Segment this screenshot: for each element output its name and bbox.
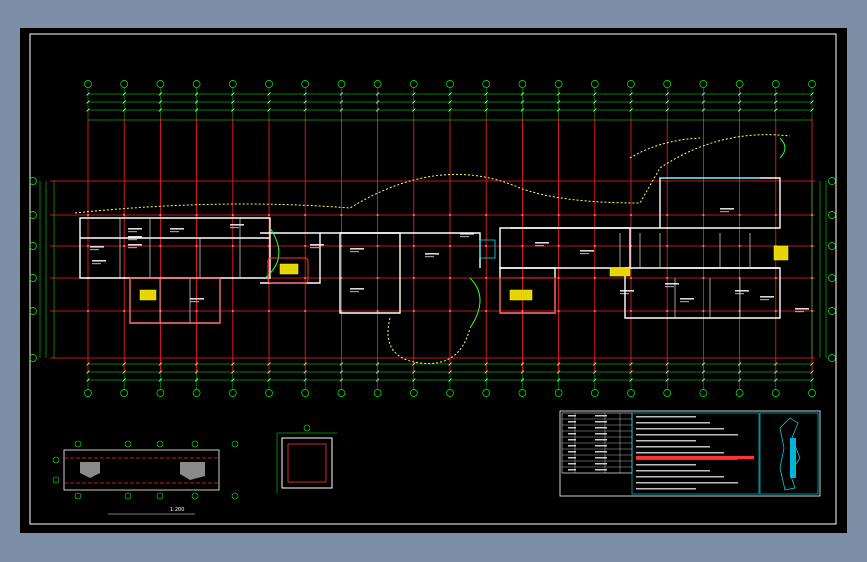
grid-bubble [554,80,563,88]
grid-bubble [663,389,672,397]
grid-bubble [663,80,672,88]
grid-bubble [84,80,92,88]
grid-bubble [828,307,836,315]
grid-bubble [373,80,382,88]
grid-bubble [735,80,744,88]
site-plan-scale: 1:200 [170,507,184,513]
grid-bubble [482,80,491,88]
title-block [559,410,821,497]
cad-drawing[interactable]: 1:200 [20,28,847,533]
detail-plan [276,424,337,493]
grid-bubble [828,242,836,250]
axis-grid [50,118,815,373]
partitions [119,218,751,323]
grid-bubble [337,389,346,397]
grid-bubble [828,354,836,362]
grid-bubble [192,80,201,88]
grid-bubble [518,389,527,397]
grid-bubble [373,389,382,397]
grid-bubble [409,389,418,397]
grid-bubble [735,389,744,397]
grid-bubble [29,177,37,185]
grid-bubble [446,80,454,88]
grid-bubble [627,80,635,88]
grid-bubble [228,80,237,88]
grid-bubble [301,389,310,397]
grid-bubble [120,389,129,397]
grid-bubble [590,389,599,397]
grid-bubble [29,274,37,282]
grid-bubble [29,242,37,250]
grid-bubble [627,389,635,397]
grid-bubble [446,389,454,397]
grid-bubble [29,211,37,219]
grid-bubble [156,80,165,88]
grid-bubble [84,389,92,397]
grid-bubble [301,80,310,88]
grid-bubble [192,389,201,397]
grid-bubble [265,80,273,88]
grid-bubble [771,80,780,88]
grid-bubble [699,80,708,88]
grid-bubble [808,80,816,88]
canopy-curves [74,134,791,365]
grid-bubble [337,80,346,88]
cad-viewport[interactable]: 1:200 [20,28,847,533]
grid-bubble [29,307,37,315]
grid-bubble [828,211,836,219]
grid-bubble [265,389,273,397]
grid-bubble [156,389,165,397]
grid-bubble [590,80,599,88]
grid-bubble [482,389,491,397]
site-plan: 1:200 [52,440,239,515]
grid-bubble [828,274,836,282]
room-labels [90,208,809,313]
grid-bubble [808,389,816,397]
grid-bubble [409,80,418,88]
sheet-frame [29,33,837,525]
grid-bubble [518,80,527,88]
stair-highlights [139,245,789,301]
grid-bubble [228,389,237,397]
grid-bubble [828,177,836,185]
grid-bubble [771,389,780,397]
grid-bubble [554,389,563,397]
grid-bubble [120,80,129,88]
grid-bubble [699,389,708,397]
grid-bubble [29,354,37,362]
